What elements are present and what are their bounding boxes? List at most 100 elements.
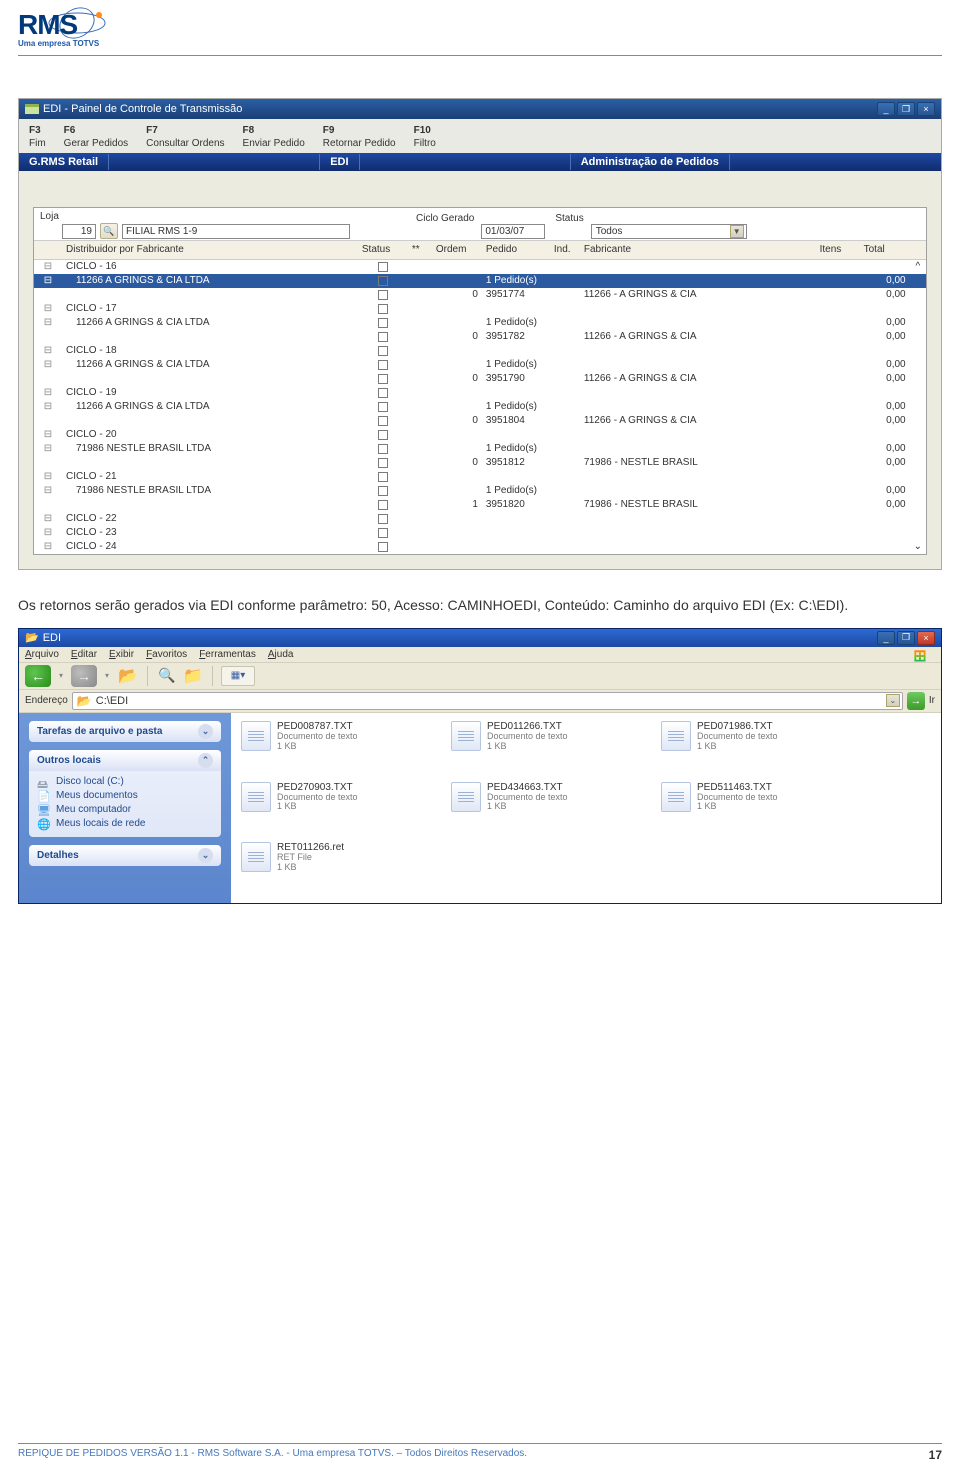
menu-item[interactable]: Ajuda bbox=[268, 649, 294, 660]
collapse-icon[interactable]: ⌃ bbox=[198, 753, 213, 768]
table-row[interactable]: ⊟CICLO - 23 bbox=[34, 526, 926, 540]
close-button[interactable]: × bbox=[917, 102, 935, 116]
fkey[interactable]: F7 bbox=[146, 125, 240, 136]
minimize-button[interactable]: _ bbox=[877, 102, 895, 116]
column-header[interactable]: Fabricante bbox=[580, 241, 816, 260]
breadcrumb-item: Administração de Pedidos bbox=[571, 154, 730, 170]
table-row[interactable]: 0395178211266 - A GRINGS & CIA0,00 bbox=[34, 330, 926, 344]
loja-name-field: FILIAL RMS 1-9 bbox=[122, 224, 350, 239]
table-row[interactable]: 0395181271986 - NESTLE BRASIL0,00 bbox=[34, 456, 926, 470]
view-mode-button[interactable]: ▦▾ bbox=[221, 666, 255, 686]
table-row[interactable]: ⊟11266 A GRINGS & CIA LTDA1 Pedido(s)0,0… bbox=[34, 400, 926, 414]
table-row[interactable]: 0395177411266 - A GRINGS & CIA0,00 bbox=[34, 288, 926, 302]
folder-icon: 📂 bbox=[77, 694, 92, 708]
fkey[interactable]: F8 bbox=[243, 125, 321, 136]
lookup-button[interactable]: 🔍 bbox=[100, 223, 118, 239]
sidebar-item[interactable]: 📄Meus documentos bbox=[37, 789, 213, 803]
column-header[interactable]: Total bbox=[860, 241, 910, 260]
table-row[interactable]: ⊟71986 NESTLE BRASIL LTDA1 Pedido(s)0,00 bbox=[34, 484, 926, 498]
function-key-bar: F3F6F7F8F9F10FimGerar PedidosConsultar O… bbox=[19, 119, 941, 153]
details-pane[interactable]: Detalhes⌄ bbox=[29, 845, 221, 866]
text-file-icon bbox=[451, 721, 481, 751]
address-bar: Endereço 📂 C:\EDI ⌄ → Ir bbox=[19, 690, 941, 713]
breadcrumb: G.RMS Retail EDI Administração de Pedido… bbox=[19, 153, 941, 171]
file-item[interactable]: PED008787.TXTDocumento de texto1 KB bbox=[241, 721, 441, 752]
table-row[interactable]: ⊟11266 A GRINGS & CIA LTDA1 Pedido(s)0,0… bbox=[34, 274, 926, 288]
sidebar-item[interactable]: 🖴Disco local (C:) bbox=[37, 775, 213, 789]
table-row[interactable]: ⊟CICLO - 18 bbox=[34, 344, 926, 358]
text-file-icon bbox=[241, 721, 271, 751]
menu-item[interactable]: Ferramentas bbox=[199, 649, 256, 660]
table-row[interactable]: ⊟CICLO - 17 bbox=[34, 302, 926, 316]
menu-item[interactable]: Exibir bbox=[109, 649, 134, 660]
other-places-pane: Outros locais⌃ 🖴Disco local (C:)📄Meus do… bbox=[29, 750, 221, 837]
tasks-sidebar: Tarefas de arquivo e pasta⌄ Outros locai… bbox=[19, 713, 231, 903]
sidebar-item[interactable]: 🖥Meu computador bbox=[37, 803, 213, 817]
close-button[interactable]: × bbox=[917, 631, 935, 645]
table-row[interactable]: ⊟CICLO - 19 bbox=[34, 386, 926, 400]
table-row[interactable]: 1395182071986 - NESTLE BRASIL0,00 bbox=[34, 498, 926, 512]
table-row[interactable]: ⊟71986 NESTLE BRASIL LTDA1 Pedido(s)0,00 bbox=[34, 442, 926, 456]
table-row[interactable]: ⊟11266 A GRINGS & CIA LTDA1 Pedido(s)0,0… bbox=[34, 358, 926, 372]
status-select[interactable]: Todos ▼ bbox=[591, 224, 747, 239]
minimize-button[interactable]: _ bbox=[877, 631, 895, 645]
search-button[interactable]: 🔍 bbox=[156, 666, 178, 686]
table-row[interactable]: 0395180411266 - A GRINGS & CIA0,00 bbox=[34, 414, 926, 428]
windows-flag-icon: ⊞ bbox=[903, 647, 937, 665]
table-row[interactable]: ⊟CICLO - 24⌄ bbox=[34, 540, 926, 554]
folders-button[interactable]: 📁 bbox=[182, 666, 204, 686]
column-header[interactable]: Distribuidor por Fabricante bbox=[62, 241, 358, 260]
table-row[interactable]: ⊟CICLO - 22 bbox=[34, 512, 926, 526]
up-folder-button[interactable]: 📂 bbox=[117, 666, 139, 686]
file-item[interactable]: PED434663.TXTDocumento de texto1 KB bbox=[451, 782, 651, 813]
table-row[interactable]: 0395179011266 - A GRINGS & CIA0,00 bbox=[34, 372, 926, 386]
table-row[interactable]: ⊟CICLO - 16^ bbox=[34, 260, 926, 275]
sidebar-item[interactable]: 🌐Meus locais de rede bbox=[37, 817, 213, 831]
ciclo-field[interactable]: 01/03/07 bbox=[481, 224, 545, 239]
file-item[interactable]: PED011266.TXTDocumento de texto1 KB bbox=[451, 721, 651, 752]
file-item[interactable]: PED270903.TXTDocumento de texto1 KB bbox=[241, 782, 441, 813]
maximize-button[interactable]: ❐ bbox=[897, 631, 915, 645]
file-item[interactable]: PED511463.TXTDocumento de texto1 KB bbox=[661, 782, 861, 813]
page-footer: REPIQUE DE PEDIDOS VERSÃO 1.1 - RMS Soft… bbox=[18, 1443, 942, 1462]
loja-number-input[interactable]: 19 bbox=[62, 224, 96, 239]
column-header[interactable]: Ind. bbox=[550, 241, 580, 260]
breadcrumb-item: G.RMS Retail bbox=[19, 154, 109, 170]
edi-panel-screenshot: EDI - Painel de Controle de Transmissão … bbox=[18, 98, 942, 570]
column-header[interactable]: Status bbox=[358, 241, 408, 260]
table-row[interactable]: ⊟CICLO - 20 bbox=[34, 428, 926, 442]
explorer-menu[interactable]: Arquivo Editar Exibir Favoritos Ferramentas A… bbox=[19, 647, 941, 663]
collapse-icon[interactable]: ⌄ bbox=[198, 724, 213, 739]
menu-item[interactable]: Editar bbox=[71, 649, 97, 660]
fkey[interactable]: F3 bbox=[29, 125, 62, 136]
file-item[interactable]: PED071986.TXTDocumento de texto1 KB bbox=[661, 721, 861, 752]
text-file-icon bbox=[241, 782, 271, 812]
address-field[interactable]: 📂 C:\EDI ⌄ bbox=[72, 692, 903, 710]
window-titlebar: EDI - Painel de Controle de Transmissão … bbox=[19, 99, 941, 119]
column-header[interactable]: Itens bbox=[816, 241, 860, 260]
text-file-icon bbox=[661, 721, 691, 751]
column-header[interactable]: Pedido bbox=[482, 241, 550, 260]
menu-item[interactable]: Arquivo bbox=[25, 649, 59, 660]
loja-label: Loja bbox=[40, 211, 59, 222]
back-dropdown[interactable]: ▾ bbox=[55, 665, 67, 687]
chevron-down-icon[interactable]: ⌄ bbox=[886, 694, 900, 707]
column-header[interactable] bbox=[34, 241, 62, 260]
column-header[interactable]: Ordem bbox=[432, 241, 482, 260]
file-item[interactable]: RET011266.retRET File1 KB bbox=[241, 842, 441, 873]
expand-icon[interactable]: ⌄ bbox=[198, 848, 213, 863]
menu-item[interactable]: Favoritos bbox=[146, 649, 187, 660]
back-button[interactable]: ← bbox=[25, 665, 51, 687]
fkey[interactable]: F6 bbox=[64, 125, 144, 136]
table-row[interactable]: ⊟CICLO - 21 bbox=[34, 470, 926, 484]
file-tasks-pane[interactable]: Tarefas de arquivo e pasta⌄ bbox=[29, 721, 221, 742]
column-header[interactable]: ** bbox=[408, 241, 432, 260]
go-button[interactable]: → bbox=[907, 692, 925, 710]
maximize-button[interactable]: ❐ bbox=[897, 102, 915, 116]
orders-grid[interactable]: Distribuidor por FabricanteStatus**Ordem… bbox=[34, 240, 926, 554]
fkey[interactable]: F9 bbox=[323, 125, 412, 136]
file-list[interactable]: PED008787.TXTDocumento de texto1 KB PED01… bbox=[231, 713, 941, 903]
column-header[interactable] bbox=[910, 241, 926, 260]
fkey[interactable]: F10 bbox=[414, 125, 452, 136]
table-row[interactable]: ⊟11266 A GRINGS & CIA LTDA1 Pedido(s)0,0… bbox=[34, 316, 926, 330]
